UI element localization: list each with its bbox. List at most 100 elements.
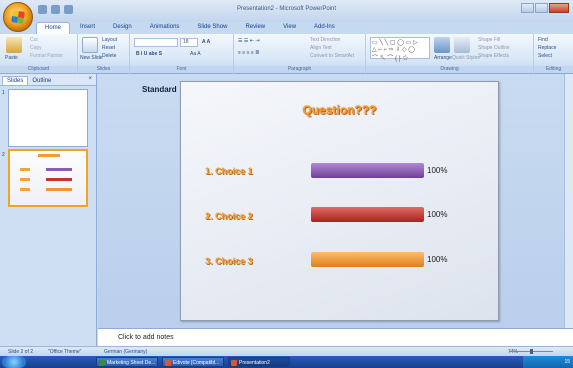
replace-button[interactable]: Replace — [538, 45, 556, 51]
copy-button[interactable]: Copy — [30, 45, 42, 51]
align-text-button[interactable]: Align Text — [310, 45, 332, 51]
arrange-button[interactable]: Arrange — [434, 55, 452, 61]
new-slide-icon[interactable] — [82, 37, 98, 53]
thumb-bar — [46, 188, 72, 191]
taskbar-item[interactable]: Presentation2 — [228, 357, 290, 367]
convert-smartart-button[interactable]: Convert to SmartArt — [310, 53, 354, 59]
thumb-choice — [20, 168, 30, 171]
close-button[interactable] — [549, 3, 569, 13]
editing-group: Find Replace Select Editing — [534, 34, 573, 74]
font-group: 18 A A B I U abe S Aa A Font — [130, 34, 234, 74]
clipboard-label: Clipboard — [0, 66, 77, 73]
powerpoint-icon — [231, 360, 237, 366]
cut-button[interactable]: Cut — [30, 37, 38, 43]
choice-pct-1: 100% — [427, 166, 448, 175]
find-button[interactable]: Find — [538, 37, 548, 43]
reset-button[interactable]: Reset — [102, 45, 115, 51]
status-bar: Slide 2 of 2 "Office Theme" German (Germ… — [0, 346, 573, 356]
tab-slides[interactable]: Slides — [2, 76, 29, 85]
choice-pct-3: 100% — [427, 255, 448, 264]
notes-placeholder: Click to add notes — [118, 334, 174, 341]
align-icons[interactable]: ≡ ≡ ≡ ≡ ≣ — [238, 50, 259, 56]
start-button[interactable] — [2, 356, 26, 368]
font-name-select[interactable] — [134, 38, 178, 47]
slides-group: New Slide Layout Reset Delete Slides — [78, 34, 130, 74]
bullets-icon[interactable]: ☰ ☰ ⇤ ⇥ — [238, 38, 260, 44]
grow-font-icon[interactable]: A A — [202, 39, 210, 45]
minimize-button[interactable] — [521, 3, 534, 13]
shapes-gallery[interactable]: ▭ ╲ ╲ ▢ ◯ ▭ ▷ △ ⌐ ⌐ ⇨ ⇩ ◇ ◯ ⌒ ↖ ⌒ { } ☆ — [370, 37, 430, 62]
choice-label-2[interactable]: 2. Choice 2 — [205, 211, 253, 221]
zoom-slider-knob[interactable] — [530, 349, 533, 354]
drawing-group: ▭ ╲ ╲ ▢ ◯ ▭ ▷ △ ⌐ ⌐ ⇨ ⇩ ◇ ◯ ⌒ ↖ ⌒ { } ☆ Ar… — [366, 34, 534, 74]
layout-button[interactable]: Layout — [102, 37, 117, 43]
tab-outline[interactable]: Outline — [28, 77, 55, 85]
taskbar: Marketing Sheet De... Edivote [Compatibl… — [0, 356, 573, 368]
font-color-icon[interactable]: Aa A — [190, 51, 201, 57]
font-style-icons[interactable]: B I U abe S — [136, 51, 162, 57]
slide-canvas[interactable]: Question??? 1. Choice 1 100% 2. Choice 2… — [180, 81, 499, 321]
thumb-title — [38, 154, 60, 157]
language: German (Germany) — [104, 349, 148, 355]
shape-effects-button[interactable]: Shape Effects — [478, 53, 509, 59]
shape-fill-button[interactable]: Shape Fill — [478, 37, 500, 43]
slides-label: Slides — [78, 66, 129, 73]
paragraph-label: Paragraph — [234, 66, 365, 73]
quick-styles-button[interactable]: Quick Styles — [452, 55, 480, 61]
vertical-scrollbar[interactable] — [564, 74, 573, 328]
choice-bar-1[interactable] — [311, 163, 424, 178]
font-label: Font — [130, 66, 233, 73]
delete-button[interactable]: Delete — [102, 53, 116, 59]
new-slide-button[interactable]: New Slide — [80, 55, 103, 61]
excel-icon — [99, 360, 105, 366]
thumb-bar — [46, 168, 72, 171]
powerpoint-icon — [165, 360, 171, 366]
window-title: Presentation2 - Microsoft PowerPoint — [236, 6, 337, 12]
shape-outline-button[interactable]: Shape Outline — [478, 45, 510, 51]
taskbar-item[interactable]: Marketing Sheet De... — [96, 357, 158, 367]
choice-bar-3[interactable] — [311, 252, 424, 267]
arrange-icon[interactable] — [434, 37, 450, 53]
choice-pct-2: 100% — [427, 210, 448, 219]
zoom-level[interactable]: 74% — [508, 349, 518, 355]
title-bar: Presentation2 - Microsoft PowerPoint — [0, 0, 573, 22]
theme-name: "Office Theme" — [48, 349, 82, 355]
pane-tabs: Slides Outline — [0, 74, 96, 86]
clipboard-group: Paste Cut Copy Format Painter Clipboard — [0, 34, 78, 74]
system-tray: 15 — [523, 356, 573, 368]
pane-close-icon[interactable]: × — [88, 76, 92, 82]
drawing-label: Drawing — [366, 66, 533, 73]
paste-icon[interactable] — [6, 37, 22, 53]
paste-button[interactable]: Paste — [5, 55, 18, 61]
font-size-select[interactable]: 18 — [180, 38, 198, 47]
ribbon: Paste Cut Copy Format Painter Clipboard … — [0, 34, 573, 74]
office-button[interactable] — [3, 2, 33, 32]
layout-label: Standard — [142, 85, 177, 94]
slide-thumbnail-2[interactable] — [8, 149, 88, 207]
slides-pane: Slides Outline × 1 2 — [0, 74, 97, 346]
thumb-number: 2 — [2, 152, 5, 158]
thumb-number: 1 — [2, 90, 5, 96]
editing-label: Editing — [534, 66, 573, 73]
choice-bar-2[interactable] — [311, 207, 424, 222]
choice-label-3[interactable]: 3. Choice 3 — [205, 256, 253, 266]
choice-label-1[interactable]: 1. Choice 1 — [205, 166, 253, 176]
clock: 15 — [564, 359, 570, 365]
window-controls — [521, 3, 569, 13]
format-painter-button[interactable]: Format Painter — [30, 53, 63, 59]
thumb-choice — [20, 188, 30, 191]
paragraph-group: ☰ ☰ ⇤ ⇥ ≡ ≡ ≡ ≡ ≣ Text Direction Align T… — [234, 34, 366, 74]
select-button[interactable]: Select — [538, 53, 552, 59]
slide-thumbnail-1[interactable] — [8, 89, 88, 147]
thumb-choice — [20, 178, 30, 181]
notes-pane[interactable]: Click to add notes — [98, 328, 573, 346]
slide-count: Slide 2 of 2 — [8, 349, 34, 355]
slide-title[interactable]: Question??? — [181, 103, 498, 117]
maximize-button[interactable] — [535, 3, 548, 13]
quick-styles-icon[interactable] — [454, 37, 470, 53]
office-logo-icon — [11, 10, 25, 24]
taskbar-item[interactable]: Edivote [Compatibl... — [162, 357, 224, 367]
thumb-bar — [46, 178, 72, 181]
text-direction-button[interactable]: Text Direction — [310, 37, 340, 43]
slide-workspace: Standard Question??? 1. Choice 1 100% 2.… — [98, 74, 573, 328]
